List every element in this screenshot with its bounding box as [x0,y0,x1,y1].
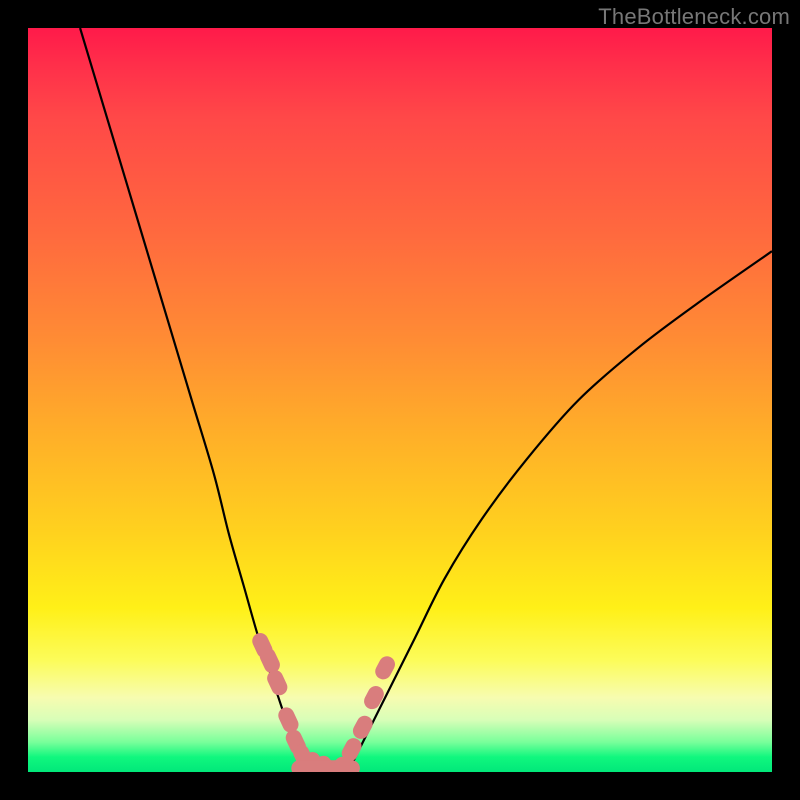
chart-svg [28,28,772,772]
marker-dot [276,705,301,735]
marker-dot [361,683,386,712]
watermark-text: TheBottleneck.com [598,4,790,30]
marker-dot [264,668,289,698]
chart-frame: TheBottleneck.com [0,0,800,800]
right-curve [348,251,772,772]
marker-dot [350,713,375,742]
marker-group [250,630,398,772]
plot-area [28,28,772,772]
